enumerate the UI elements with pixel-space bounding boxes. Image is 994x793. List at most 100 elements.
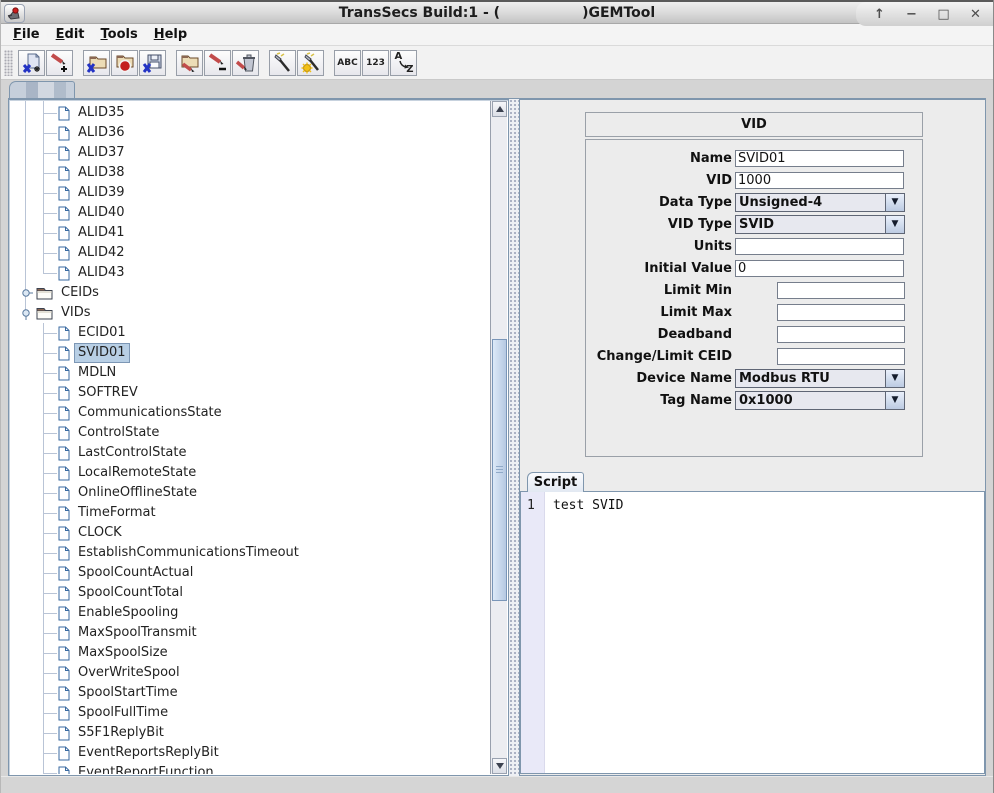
tree-item-label[interactable]: VIDs (58, 304, 94, 322)
tree-item-clock[interactable]: CLOCK (10, 523, 490, 543)
tree-item-label[interactable]: ALID43 (75, 264, 128, 282)
tree-item-spoolcountactual[interactable]: SpoolCountActual (10, 563, 490, 583)
vid-type-combo[interactable]: SVID ▼ (735, 215, 905, 234)
tree-item-label[interactable]: SpoolCountTotal (75, 584, 186, 602)
shade-button[interactable]: ↑ (872, 7, 887, 22)
menu-tools[interactable]: Tools (93, 26, 146, 43)
tree-item-alid37[interactable]: ALID37 (10, 143, 490, 163)
tree-scrollbar[interactable] (490, 101, 507, 774)
tree-item-label[interactable]: OnlineOfflineState (75, 484, 200, 502)
script-editor[interactable]: 1 test SVID (520, 491, 985, 774)
tree-item-controlstate[interactable]: ControlState (10, 423, 490, 443)
device-name-combo[interactable]: Modbus RTU ▼ (735, 369, 905, 388)
tree-item-alid39[interactable]: ALID39 (10, 183, 490, 203)
tree-item-alid38[interactable]: ALID38 (10, 163, 490, 183)
maximize-button[interactable]: □ (936, 7, 951, 22)
tree-item-label[interactable]: CEIDs (58, 284, 102, 302)
tree-item-label[interactable]: OverWriteSpool (75, 664, 183, 682)
chevron-down-icon[interactable]: ▼ (885, 194, 904, 211)
script-code[interactable]: test SVID (545, 492, 984, 773)
tree-item-spoolcounttotal[interactable]: SpoolCountTotal (10, 583, 490, 603)
tree-item-label[interactable]: SpoolCountActual (75, 564, 196, 582)
tab-script[interactable]: Script (527, 472, 584, 492)
tree-item-label[interactable]: ALID40 (75, 204, 128, 222)
chevron-down-icon[interactable]: ▼ (885, 370, 904, 387)
tree-item-eventreportfunction[interactable]: EventReportFunction (10, 763, 490, 774)
tree-item-s5f1replybit[interactable]: S5F1ReplyBit (10, 723, 490, 743)
tree-item-label[interactable]: SVID01 (75, 344, 129, 362)
tree-item-softrev[interactable]: SOFTREV (10, 383, 490, 403)
tree-item-label[interactable]: ALID37 (75, 144, 128, 162)
tree-item-mdln[interactable]: MDLN (10, 363, 490, 383)
sort-abc-button[interactable]: ABC (334, 50, 361, 76)
menu-file[interactable]: File (5, 26, 48, 43)
tree-item-label[interactable]: SpoolStartTime (75, 684, 181, 702)
tree-item-svid01[interactable]: SVID01 (10, 343, 490, 363)
tree-item-maxspoolsize[interactable]: MaxSpoolSize (10, 643, 490, 663)
limit-min-field[interactable] (777, 282, 905, 299)
window-menu-button[interactable] (4, 4, 25, 23)
tree-item-alid40[interactable]: ALID40 (10, 203, 490, 223)
tree-item-label[interactable]: MDLN (75, 364, 119, 382)
tree-item-label[interactable]: SpoolFullTime (75, 704, 171, 722)
save-button[interactable] (139, 50, 166, 76)
tree-item-label[interactable]: CLOCK (75, 524, 125, 542)
expand-handle-icon[interactable] (19, 306, 33, 320)
tree-item-label[interactable]: MaxSpoolTransmit (75, 624, 200, 642)
split-divider[interactable] (509, 99, 519, 776)
tree-item-label[interactable]: TimeFormat (75, 504, 159, 522)
tree-item-enablespooling[interactable]: EnableSpooling (10, 603, 490, 623)
tree-item-eventreportsreplybit[interactable]: EventReportsReplyBit (10, 743, 490, 763)
tree-item-label[interactable]: ALID42 (75, 244, 128, 262)
tree-item-label[interactable]: ALID35 (75, 104, 128, 122)
scroll-up-button[interactable] (492, 101, 507, 117)
tree-item-label[interactable]: S5F1ReplyBit (75, 724, 167, 742)
tree-item-ceids[interactable]: CEIDs (10, 283, 490, 303)
tree-item-establishcommunicationstimeout[interactable]: EstablishCommunicationsTimeout (10, 543, 490, 563)
remove-pencil-button[interactable] (204, 50, 231, 76)
name-field[interactable] (735, 150, 904, 167)
tree-item-alid43[interactable]: ALID43 (10, 263, 490, 283)
tree-item-alid41[interactable]: ALID41 (10, 223, 490, 243)
open-folder-button[interactable] (83, 50, 110, 76)
tree-item-label[interactable]: SOFTREV (75, 384, 141, 402)
tree-item-localremotestate[interactable]: LocalRemoteState (10, 463, 490, 483)
menu-edit[interactable]: Edit (48, 26, 93, 43)
toolbar-drag-handle[interactable] (4, 50, 13, 76)
chevron-down-icon[interactable]: ▼ (885, 392, 904, 409)
tree-item-label[interactable]: ALID38 (75, 164, 128, 182)
edit-folder-button[interactable] (176, 50, 203, 76)
sort-123-button[interactable]: 123 (362, 50, 389, 76)
tab-redacted[interactable] (9, 81, 75, 98)
tree-item-alid42[interactable]: ALID42 (10, 243, 490, 263)
tree-item-label[interactable]: EstablishCommunicationsTimeout (75, 544, 302, 562)
data-type-combo[interactable]: Unsigned-4 ▼ (735, 193, 905, 212)
minimize-button[interactable]: − (904, 7, 919, 22)
tree-item-onlineofflinestate[interactable]: OnlineOfflineState (10, 483, 490, 503)
initial-value-field[interactable] (735, 260, 904, 277)
build-all-button[interactable] (297, 50, 324, 76)
tree-item-label[interactable]: LastControlState (75, 444, 189, 462)
vid-field[interactable] (735, 172, 904, 189)
title-bar[interactable]: TransSecs Build:1 - ( )GEMTool ↑ − □ ✕ (1, 0, 993, 24)
deadband-field[interactable] (777, 326, 905, 343)
stop-folder-button[interactable] (111, 50, 138, 76)
tree-item-vids[interactable]: VIDs (10, 303, 490, 323)
tree-item-communicationsstate[interactable]: CommunicationsState (10, 403, 490, 423)
tree-item-lastcontrolstate[interactable]: LastControlState (10, 443, 490, 463)
tree-item-maxspooltransmit[interactable]: MaxSpoolTransmit (10, 623, 490, 643)
add-pencil-button[interactable] (46, 50, 73, 76)
chevron-down-icon[interactable]: ▼ (885, 216, 904, 233)
new-item-button[interactable] (18, 50, 45, 76)
delete-trash-button[interactable] (232, 50, 259, 76)
tree-item-label[interactable]: ALID41 (75, 224, 128, 242)
tree-item-label[interactable]: EventReportsReplyBit (75, 744, 222, 762)
expand-handle-icon[interactable] (19, 286, 33, 300)
tree-item-label[interactable]: ALID36 (75, 124, 128, 142)
tree-item-alid36[interactable]: ALID36 (10, 123, 490, 143)
scroll-down-button[interactable] (492, 758, 507, 774)
tree-item-label[interactable]: EventReportFunction (75, 764, 217, 774)
sort-a-z-button[interactable]: A Z (390, 50, 417, 76)
scrollbar-thumb[interactable] (492, 339, 507, 601)
tree-item-timeformat[interactable]: TimeFormat (10, 503, 490, 523)
